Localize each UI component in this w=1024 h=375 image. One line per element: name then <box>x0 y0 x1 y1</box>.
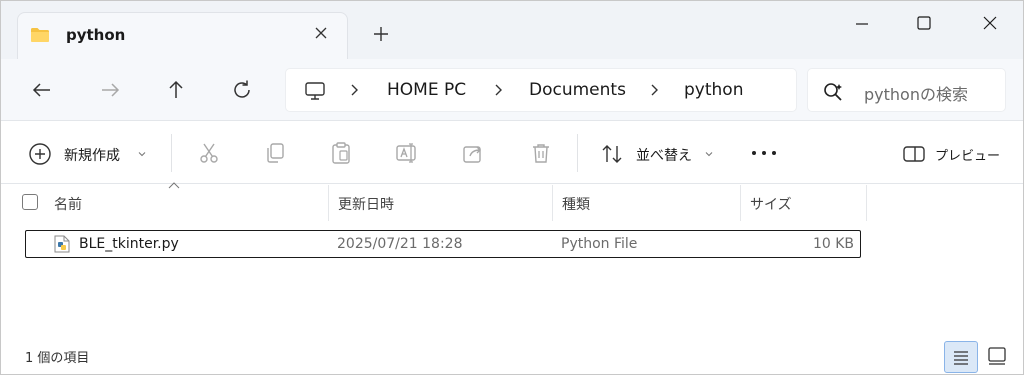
file-explorer-window: python HOME PC Documents python pythonの検… <box>0 0 1024 375</box>
column-header-type[interactable]: 種類 <box>562 194 590 214</box>
clipboard-icon <box>332 142 350 164</box>
computer-icon <box>305 82 325 100</box>
navigation-bar: HOME PC Documents python pythonの検索 <box>1 59 1023 121</box>
chevron-right-icon[interactable] <box>494 82 504 102</box>
close-window-button[interactable] <box>967 9 1013 37</box>
search-icon <box>824 83 842 101</box>
maximize-icon <box>917 16 931 30</box>
scissors-icon <box>200 143 218 163</box>
column-header-name[interactable]: 名前 <box>54 194 82 214</box>
minimize-button[interactable] <box>839 9 885 37</box>
folder-icon <box>31 28 49 42</box>
rename-button[interactable] <box>395 141 419 165</box>
tab-python[interactable]: python <box>17 12 348 59</box>
refresh-icon <box>234 80 250 98</box>
address-bar[interactable]: HOME PC Documents python <box>285 68 797 112</box>
toolbar-divider <box>577 134 578 172</box>
file-row[interactable]: BLE_tkinter.py 2025/07/21 18:28 Python F… <box>25 230 861 258</box>
toolbar-divider <box>171 134 172 172</box>
preview-pane-icon <box>903 146 925 162</box>
refresh-button[interactable] <box>229 77 255 103</box>
plus-circle-icon <box>29 143 51 165</box>
forward-arrow-icon <box>102 83 120 97</box>
maximize-button[interactable] <box>901 9 947 37</box>
column-header-size[interactable]: サイズ <box>750 194 792 214</box>
command-bar: 新規作成 並べ替え プレビュー <box>1 122 1023 184</box>
new-button-label: 新規作成 <box>64 148 120 164</box>
large-icons-view-button[interactable] <box>983 341 1017 373</box>
plus-icon <box>374 27 388 41</box>
tab-close-button[interactable] <box>310 22 332 44</box>
sort-button[interactable]: 並べ替え <box>599 141 719 167</box>
breadcrumb-home-pc[interactable]: HOME PC <box>387 80 466 100</box>
back-button[interactable] <box>29 77 55 103</box>
share-button[interactable] <box>461 141 485 165</box>
forward-button[interactable] <box>97 77 123 103</box>
sort-button-label: 並べ替え <box>636 148 692 164</box>
paste-button[interactable] <box>329 141 353 165</box>
preview-button-label: プレビュー <box>935 149 1001 164</box>
close-icon <box>983 16 997 30</box>
preview-button[interactable]: プレビュー <box>901 141 1011 167</box>
column-header-row: 名前 更新日時 種類 サイズ <box>1 182 1023 223</box>
new-tab-button[interactable] <box>369 23 393 47</box>
share-icon <box>463 146 481 163</box>
trash-icon <box>533 144 549 163</box>
column-divider[interactable] <box>740 185 741 221</box>
up-arrow-icon <box>169 80 183 98</box>
chevron-right-icon[interactable] <box>350 82 360 102</box>
more-icon <box>752 151 776 155</box>
select-all-checkbox[interactable] <box>22 194 38 210</box>
up-button[interactable] <box>163 77 189 103</box>
cut-button[interactable] <box>197 141 221 165</box>
copy-button[interactable] <box>263 141 287 165</box>
rename-icon <box>396 143 416 163</box>
column-divider[interactable] <box>328 185 329 221</box>
new-button[interactable]: 新規作成 <box>27 141 146 167</box>
details-view-icon <box>954 351 968 365</box>
column-divider[interactable] <box>866 185 867 221</box>
python-file-icon <box>54 235 70 253</box>
file-type: Python File <box>561 236 638 252</box>
breadcrumb-python[interactable]: python <box>684 80 743 100</box>
tab-title: python <box>66 26 126 44</box>
tiles-view-icon <box>988 347 1006 365</box>
chevron-down-icon <box>705 152 713 157</box>
sort-ascending-icon <box>168 182 180 189</box>
file-name: BLE_tkinter.py <box>79 236 179 252</box>
chevron-right-icon[interactable] <box>650 82 660 102</box>
details-view-button[interactable] <box>944 341 978 373</box>
column-divider[interactable] <box>552 185 553 221</box>
breadcrumb-documents[interactable]: Documents <box>529 80 626 100</box>
search-placeholder: pythonの検索 <box>864 85 968 104</box>
file-modified: 2025/07/21 18:28 <box>337 236 463 252</box>
delete-button[interactable] <box>529 141 553 165</box>
close-icon <box>315 27 327 39</box>
search-box[interactable]: pythonの検索 <box>807 68 1006 112</box>
item-count: 1 個の項目 <box>25 351 90 366</box>
back-arrow-icon <box>32 83 50 97</box>
minimize-icon <box>856 23 868 25</box>
title-bar: python <box>1 1 1023 59</box>
file-size: 10 KB <box>812 236 854 252</box>
column-header-modified[interactable]: 更新日時 <box>338 194 394 214</box>
more-options-button[interactable] <box>749 141 779 165</box>
sort-arrows-icon <box>602 145 622 163</box>
copy-icon <box>267 143 284 163</box>
status-bar: 1 個の項目 <box>1 341 1023 374</box>
chevron-down-icon <box>138 152 146 157</box>
